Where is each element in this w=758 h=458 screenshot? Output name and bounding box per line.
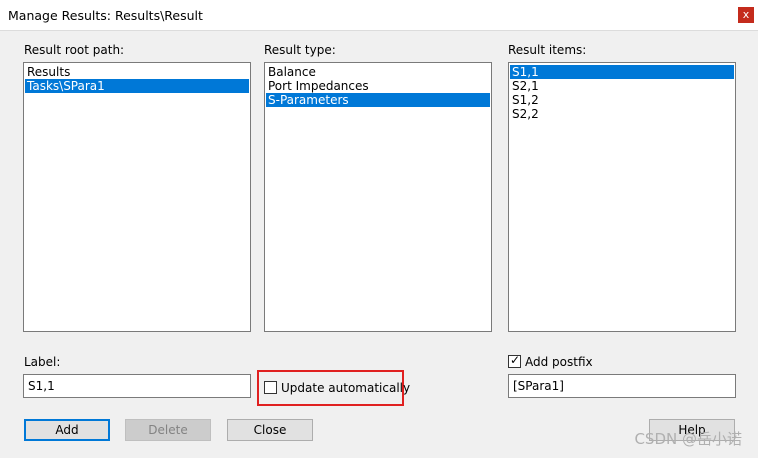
list-item[interactable]: S1,1	[510, 65, 734, 79]
result-items-listbox[interactable]: S1,1 S2,1 S1,2 S2,2	[508, 62, 736, 332]
title-bar: Manage Results: Results\Result x	[0, 0, 758, 31]
list-item[interactable]: S1,2	[510, 93, 734, 107]
list-item[interactable]: Results	[25, 65, 249, 79]
add-postfix-label: Add postfix	[525, 355, 593, 369]
delete-button[interactable]: Delete	[125, 419, 211, 441]
label-field-label: Label:	[24, 355, 61, 369]
list-item[interactable]: Port Impedances	[266, 79, 490, 93]
list-item[interactable]: Tasks\SPara1	[25, 79, 249, 93]
postfix-input[interactable]: [SPara1]	[508, 374, 736, 398]
add-postfix-checkbox[interactable]: ✓	[508, 353, 521, 368]
watermark: CSDN @岳小诺	[634, 430, 742, 448]
close-icon: x	[742, 8, 750, 21]
list-item[interactable]: S-Parameters	[266, 93, 490, 107]
label-input[interactable]: S1,1	[23, 374, 251, 398]
close-window-button[interactable]: x	[738, 7, 754, 23]
checkmark-icon: ✓	[510, 353, 521, 367]
add-button[interactable]: Add	[24, 419, 110, 441]
window-title: Manage Results: Results\Result	[8, 8, 203, 23]
root-path-label: Result root path:	[24, 43, 125, 57]
result-type-listbox[interactable]: Balance Port Impedances S-Parameters	[264, 62, 492, 332]
list-item[interactable]: S2,1	[510, 79, 734, 93]
close-button[interactable]: Close	[227, 419, 313, 441]
root-path-listbox[interactable]: Results Tasks\SPara1	[23, 62, 251, 332]
list-item[interactable]: Balance	[266, 65, 490, 79]
result-items-label: Result items:	[508, 43, 587, 57]
update-automatically-checkbox[interactable]	[264, 381, 277, 394]
list-item[interactable]: S2,2	[510, 107, 734, 121]
result-type-label: Result type:	[264, 43, 336, 57]
update-automatically-label: Update automatically	[281, 381, 411, 395]
